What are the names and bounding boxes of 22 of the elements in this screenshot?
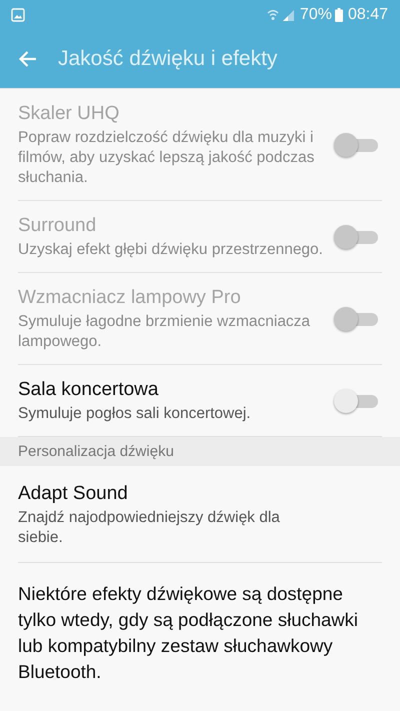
- image-icon: [11, 8, 25, 22]
- setting-title: Sala koncertowa: [18, 378, 160, 402]
- battery-icon: [334, 8, 343, 22]
- toggle-switch[interactable]: [334, 388, 380, 414]
- section-header: Personalizacja dźwięku: [0, 437, 400, 466]
- setting-title: Skaler UHQ: [18, 102, 120, 126]
- signal-icon: [282, 9, 295, 21]
- back-arrow-icon[interactable]: [18, 50, 38, 68]
- setting-summary: Uzyskaj efekt głębi dźwięku przestrzennego.: [18, 240, 324, 260]
- clock: 08:47: [348, 6, 388, 24]
- setting-row[interactable]: Adapt Sound Znajdź najodpowiedniejszy dźwięk dla siebie.: [18, 466, 382, 563]
- screen-title: Jakość dźwięku i efekty: [58, 47, 278, 71]
- setting-summary: Symuluje łagodne brzmienie wzmacniacza lampowego.: [18, 312, 312, 352]
- wifi-icon: [266, 9, 279, 21]
- setting-title: Wzmacniacz lampowy Pro: [18, 286, 242, 310]
- setting-summary: Znajdź najodpowiedniejszy dźwięk dla siebie.: [18, 508, 281, 548]
- setting-title: Adapt Sound: [18, 482, 129, 506]
- info-text: Niektóre efekty dźwiękowe są dostępne tylko wtedy, gdy są podłączone słuchawki lub kompatybilny zestaw słuchawkowy Bluetooth.: [17, 582, 360, 684]
- setting-title: Surround: [18, 214, 98, 238]
- battery-percent: 70%: [300, 6, 332, 24]
- setting-summary: Symuluje pogłos sali koncertowej.: [18, 404, 252, 424]
- setting-summary: Popraw rozdzielczość dźwięku dla muzyki i filmów, aby uzyskać lepszą jakość podczas słuchania.: [18, 128, 316, 188]
